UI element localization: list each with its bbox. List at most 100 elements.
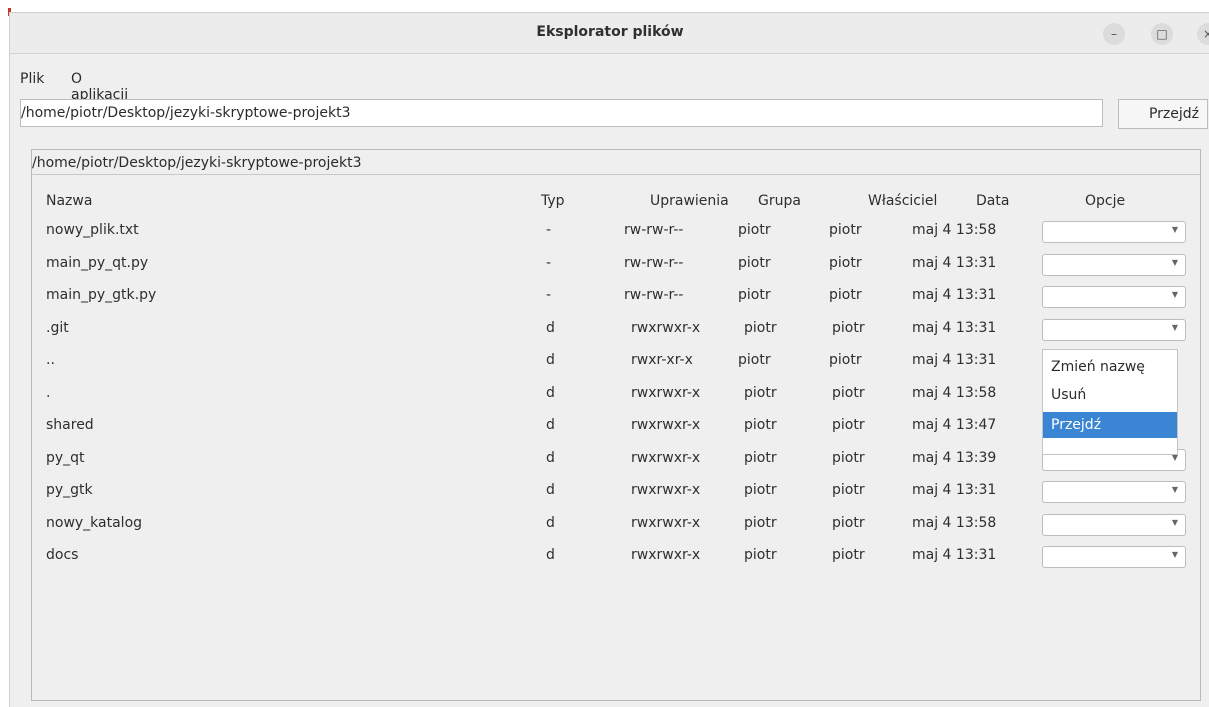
table-row: shared d rwxrwxr-x piotr piotr maj 4 13:47	[32, 413, 1200, 446]
file-name: main_py_gtk.py	[46, 287, 157, 303]
file-owner: piotr	[832, 482, 865, 498]
file-type: d	[546, 547, 555, 563]
file-owner: piotr	[829, 222, 862, 238]
menu-item-go[interactable]: Przejdź	[1043, 412, 1177, 438]
column-header-typ: Typ	[541, 193, 565, 209]
chevron-down-icon: ▼	[1171, 323, 1178, 332]
file-type: -	[546, 222, 552, 238]
panel-path-title: /home/piotr/Desktop/jezyki-skryptowe-pro…	[32, 150, 1200, 175]
table-row: main_py_gtk.py - rw-rw-r-- piotr piotr maj 4 …	[32, 283, 1200, 316]
menu-item-delete[interactable]: Usuń	[1043, 382, 1177, 408]
path-input[interactable]	[20, 99, 1103, 127]
file-permissions: rwxrwxr-x	[631, 515, 701, 531]
file-permissions: rwxrwxr-x	[631, 320, 701, 336]
chevron-down-icon: ▼	[1171, 550, 1178, 559]
file-name: nowy_plik.txt	[46, 222, 139, 238]
maximize-icon[interactable]: □	[1151, 23, 1173, 45]
file-permissions: rwxrwxr-x	[631, 547, 701, 563]
file-owner: piotr	[832, 417, 865, 433]
file-permissions: rwxrwxr-x	[631, 417, 701, 433]
menu-item-rename[interactable]: Zmień nazwę	[1043, 354, 1177, 380]
file-name: .git	[46, 320, 69, 336]
file-owner: piotr	[829, 352, 862, 368]
file-owner: piotr	[829, 255, 862, 271]
file-group: piotr	[738, 287, 771, 303]
close-icon[interactable]: ×	[1197, 23, 1209, 45]
file-type: d	[546, 482, 555, 498]
file-name: py_qt	[46, 450, 85, 466]
options-combo[interactable]: ▼	[1042, 254, 1186, 276]
options-combo[interactable]: ▼	[1042, 286, 1186, 308]
file-permissions: rwxrwxr-x	[631, 385, 701, 401]
menu-plik[interactable]: Plik	[20, 71, 44, 87]
file-date: maj 4 13:58	[912, 385, 997, 401]
table-row: py_gtk d rwxrwxr-x piotr piotr maj 4 13:31 ▼	[32, 478, 1200, 511]
file-name: nowy_katalog	[46, 515, 143, 531]
file-date: maj 4 13:31	[912, 482, 997, 498]
file-permissions: rwxrwxr-x	[631, 482, 701, 498]
options-combo[interactable]: ▼	[1042, 319, 1186, 341]
column-header-nazwa: Nazwa	[46, 193, 93, 209]
file-group: piotr	[744, 515, 777, 531]
column-header-grupa: Grupa	[758, 193, 801, 209]
options-combo[interactable]: ▼	[1042, 514, 1186, 536]
file-name: main_py_qt.py	[46, 255, 149, 271]
file-list-panel: /home/piotr/Desktop/jezyki-skryptowe-pro…	[31, 149, 1201, 701]
file-date: maj 4 13:58	[912, 515, 997, 531]
file-type: d	[546, 352, 555, 368]
window-title: Eksplorator plików	[536, 24, 684, 40]
file-group: piotr	[744, 482, 777, 498]
file-type: -	[546, 255, 552, 271]
chevron-down-icon: ▼	[1171, 485, 1178, 494]
options-combo[interactable]: ▼	[1042, 481, 1186, 503]
file-name: shared	[46, 417, 94, 433]
file-owner: piotr	[832, 547, 865, 563]
file-date: maj 4 13:58	[912, 222, 997, 238]
file-type: d	[546, 417, 555, 433]
table-row: main_py_qt.py - rw-rw-r-- piotr piotr maj 4 1…	[32, 251, 1200, 284]
minimize-icon[interactable]: –	[1103, 23, 1125, 45]
column-header-uprawienia: Uprawienia	[650, 193, 729, 209]
file-date: maj 4 13:31	[912, 547, 997, 563]
column-header-wlasciciel: Właściciel	[868, 193, 938, 209]
app-window: Eksplorator plików – □ × Plik O aplikacj…	[9, 12, 1209, 707]
table-row: py_qt d rwxrwxr-x piotr piotr maj 4 13:39 ▼	[32, 446, 1200, 479]
table-row: .git d rwxrwxr-x piotr piotr maj 4 13:31 ▼	[32, 316, 1200, 349]
chevron-down-icon: ▼	[1171, 290, 1178, 299]
file-name: docs	[46, 547, 79, 563]
titlebar: Eksplorator plików – □ ×	[10, 13, 1209, 54]
go-button[interactable]: Przejdź	[1118, 99, 1208, 129]
file-date: maj 4 13:31	[912, 287, 997, 303]
file-group: piotr	[738, 352, 771, 368]
column-header-data: Data	[976, 193, 1010, 209]
file-type: d	[546, 385, 555, 401]
options-combo[interactable]: ▼	[1042, 546, 1186, 568]
column-header-opcje: Opcje	[1085, 193, 1126, 209]
file-owner: piotr	[832, 450, 865, 466]
chevron-down-icon: ▼	[1171, 518, 1178, 527]
chevron-down-icon: ▼	[1171, 258, 1178, 267]
file-name: py_gtk	[46, 482, 93, 498]
file-owner: piotr	[829, 287, 862, 303]
file-date: maj 4 13:31	[912, 352, 997, 368]
table-row: nowy_katalog d rwxrwxr-x piotr piotr maj 4 13…	[32, 511, 1200, 544]
file-date: maj 4 13:31	[912, 320, 997, 336]
file-group: piotr	[744, 547, 777, 563]
options-combo[interactable]: ▼	[1042, 221, 1186, 243]
file-group: piotr	[744, 320, 777, 336]
file-owner: piotr	[832, 515, 865, 531]
file-permissions: rw-rw-r--	[624, 255, 684, 271]
file-group: piotr	[744, 385, 777, 401]
file-permissions: rw-rw-r--	[624, 287, 684, 303]
file-name: .	[46, 385, 51, 401]
file-owner: piotr	[832, 385, 865, 401]
table-row: .. d rwxr-xr-x piotr piotr maj 4 13:31	[32, 348, 1200, 381]
file-owner: piotr	[832, 320, 865, 336]
file-group: piotr	[738, 222, 771, 238]
file-date: maj 4 13:39	[912, 450, 997, 466]
file-type: -	[546, 287, 552, 303]
file-group: piotr	[744, 417, 777, 433]
file-permissions: rw-rw-r--	[624, 222, 684, 238]
file-date: maj 4 13:47	[912, 417, 997, 433]
file-name: ..	[46, 352, 55, 368]
